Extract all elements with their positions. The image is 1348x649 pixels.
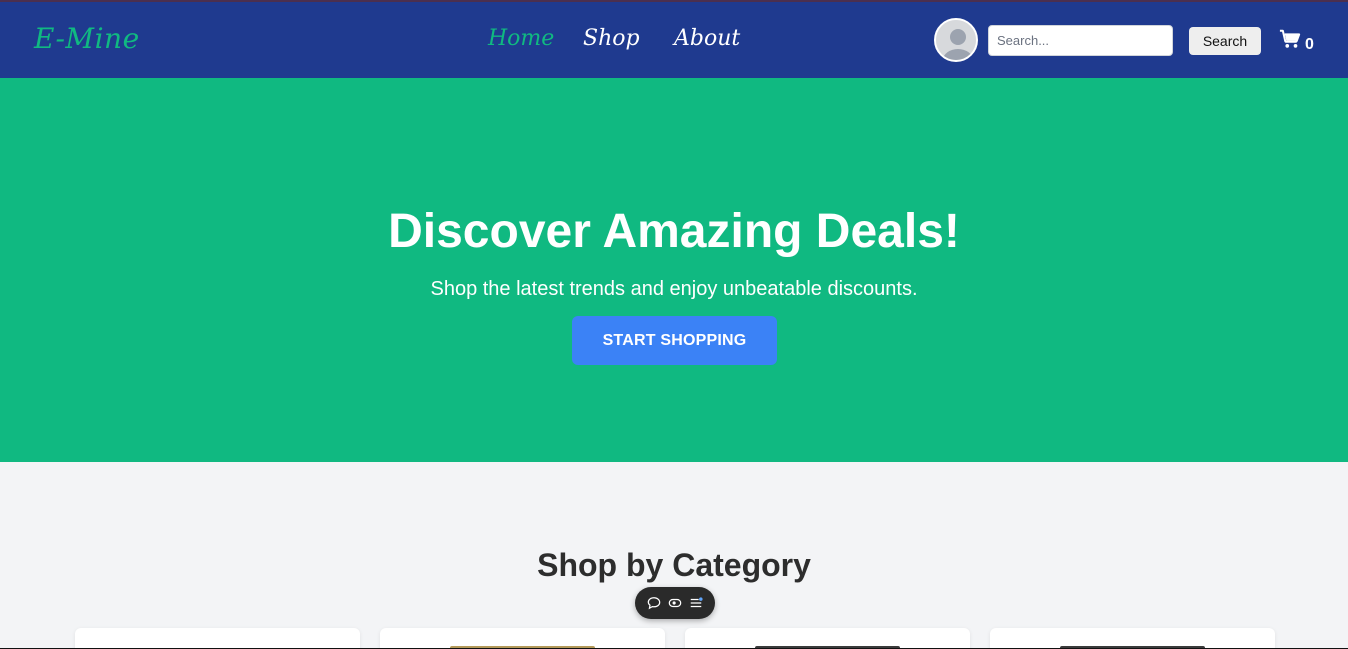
category-card[interactable] [75,628,360,649]
nav-link-about[interactable]: About [674,26,740,51]
category-card[interactable] [685,628,970,649]
eye-icon[interactable] [667,595,683,611]
cart-count: 0 [1305,36,1314,53]
hero-title: Discover Amazing Deals! [388,205,960,258]
hero-banner: Discover Amazing Deals! Shop the latest … [0,78,1348,462]
search-input[interactable] [988,25,1173,56]
cart-button[interactable]: 0 [1279,28,1319,56]
floating-toolbar [635,587,715,619]
nav-link-shop[interactable]: Shop [583,26,640,51]
chat-icon[interactable] [646,595,662,611]
category-section-title: Shop by Category [537,547,811,583]
start-shopping-button[interactable]: START SHOPPING [572,316,777,365]
cart-icon [1279,28,1301,55]
category-card[interactable] [990,628,1275,649]
search-button[interactable]: Search [1189,27,1261,55]
nav-link-home[interactable]: Home [488,26,554,51]
site-logo[interactable]: E-Mine [34,22,140,55]
category-card[interactable] [380,628,665,649]
hero-subtitle: Shop the latest trends and enjoy unbeata… [430,278,918,300]
user-avatar-icon[interactable] [934,18,978,62]
list-icon[interactable] [688,595,704,611]
navbar: E-Mine Home Shop About Search 0 [0,2,1348,78]
